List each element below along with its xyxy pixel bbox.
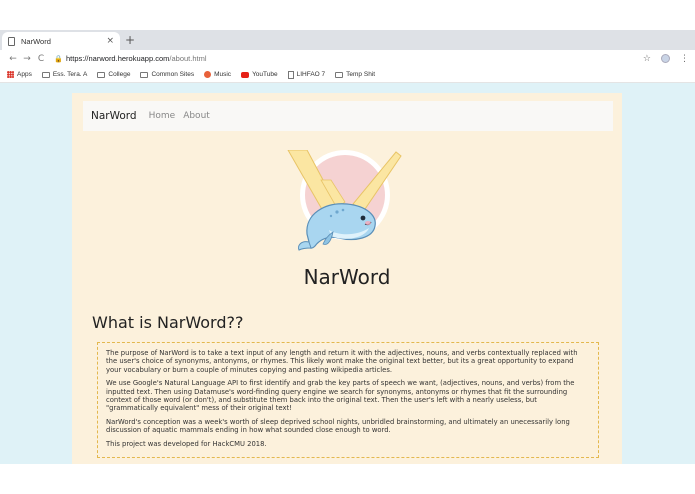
bookmark-label: Common Sites [151,71,195,78]
profile-avatar[interactable] [661,54,670,63]
close-tab-icon[interactable]: × [106,36,114,46]
bookmark-ess-tera[interactable]: Ess. Tera. A [41,71,88,78]
narwhal-cheek [365,221,371,225]
nav-link-about[interactable]: About [183,111,210,121]
browser-tab[interactable]: NarWord × [2,32,120,50]
bookmark-label: Apps [17,71,32,78]
address-bar[interactable]: https://narword.herokuapp.com/about.html [66,54,643,63]
url-host: https://narword.herokuapp.com [66,54,170,63]
back-button[interactable]: ← [6,54,20,64]
lock-icon[interactable]: 🔒 [54,55,64,63]
folder-icon [140,71,149,78]
tab-strip: NarWord × + [0,30,695,50]
nav-link-home[interactable]: Home [149,111,176,121]
new-tab-button[interactable]: + [125,33,135,47]
narwhal-spot [329,214,333,218]
about-paragraph: This project was developed for HackCMU 2… [106,439,267,448]
bottom-margin [0,464,695,494]
bookmark-label: Music [214,71,232,78]
bookmark-college[interactable]: College [97,71,130,78]
bookmark-lihfao[interactable]: LIHFAO 7 [287,70,326,79]
bookmark-label: College [108,71,131,78]
bookmark-label: LIHFAO 7 [296,71,326,78]
about-heading: What is NarWord?? [92,313,244,332]
narwhal-spot [335,210,339,214]
navbar-brand[interactable]: NarWord [91,110,137,122]
page-container: NarWord Home About NarWord What is NarWo… [72,93,622,464]
narwhal-logo [287,150,402,251]
bookmark-youtube[interactable]: YouTube [241,71,278,78]
file-icon [287,70,294,79]
bookmark-label: Temp Shit [346,71,376,78]
folder-icon [335,71,344,78]
top-margin [0,0,695,30]
bookmarks-bar: Apps Ess. Tera. A College Common Sites M… [0,67,695,83]
music-icon [204,71,212,78]
about-description-box: The purpose of NarWord is to take a text… [97,342,599,458]
menu-icon[interactable]: ⋮ [680,54,689,64]
narwhal-eye [360,215,366,221]
bookmark-temp[interactable]: Temp Shit [335,71,375,78]
site-navbar: NarWord Home About [83,101,613,131]
bookmark-common-sites[interactable]: Common Sites [140,71,194,78]
bookmark-music[interactable]: Music [204,71,231,78]
folder-icon [41,71,50,78]
document-icon [8,36,15,46]
page-viewport: NarWord Home About NarWord What is NarWo… [0,83,695,464]
youtube-icon [241,71,250,78]
narwhal-spot [341,208,345,212]
about-paragraph: The purpose of NarWord is to take a text… [106,349,578,374]
site-title: NarWord [303,265,391,289]
tab-title: NarWord [21,36,51,46]
about-paragraph: We use Google's Natural Language API to … [106,379,575,413]
about-paragraph: NarWord's conception was a week's worth … [106,417,570,435]
bookmark-apps[interactable]: Apps [7,71,32,78]
bookmark-star-icon[interactable]: ☆ [643,54,651,64]
reload-button[interactable]: C [34,54,48,64]
browser-toolbar: ← → C 🔒 https://narword.herokuapp.com/ab… [0,50,695,67]
forward-button[interactable]: → [20,54,34,64]
bookmark-label: YouTube [252,71,278,78]
narwhal-tail [298,241,312,251]
apps-grid-icon [7,71,14,78]
bookmark-label: Ess. Tera. A [52,71,88,78]
folder-icon [97,71,106,78]
url-path: /about.html [169,54,207,63]
